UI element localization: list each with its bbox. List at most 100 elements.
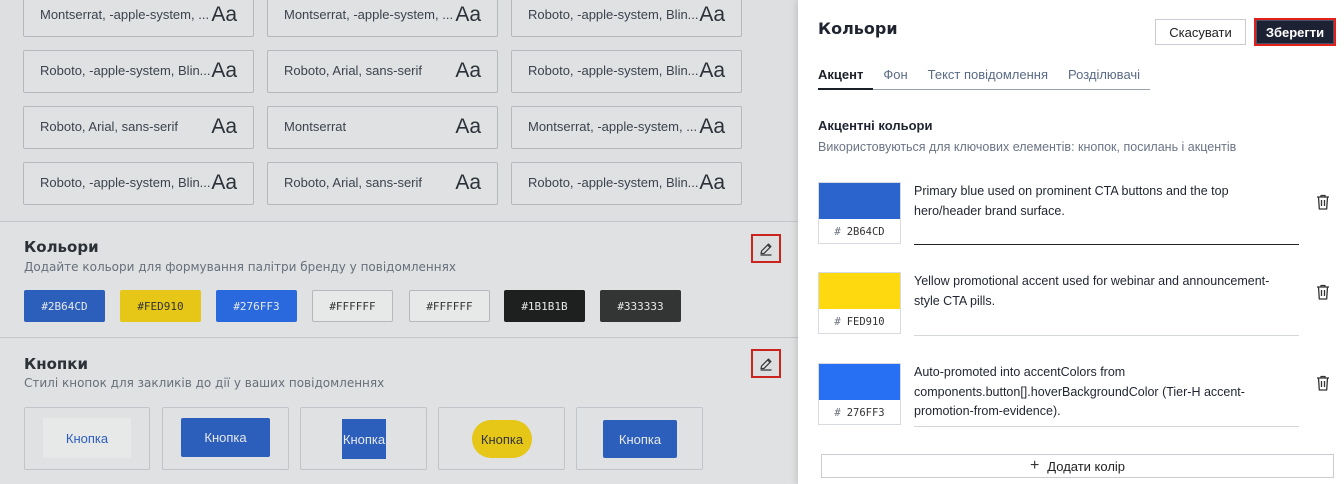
color-swatch-picker[interactable]: # 2B64CD [818, 182, 901, 244]
font-card[interactable]: Roboto, -apple-system, Blin... Aa [23, 162, 254, 205]
font-sample: Aa [699, 115, 725, 138]
color-fill [819, 273, 900, 309]
font-card[interactable]: Montserrat, -apple-system, ... Aa [267, 0, 498, 37]
font-name: Montserrat [284, 119, 347, 134]
button-sample: Кнопка [342, 419, 386, 459]
colors-section-subtitle: Додайте кольори для формування палітри б… [24, 260, 456, 274]
swatch-label: #1B1B1B [521, 299, 568, 313]
button-sample: Кнопка [181, 418, 270, 457]
color-tabs: Акцент Фон Текст повідомлення Розділювач… [818, 66, 1151, 90]
hash-symbol: # [834, 226, 841, 238]
tab-dividers[interactable]: Розділювачі [1058, 66, 1150, 89]
font-sample: Aa [211, 59, 237, 82]
font-sample: Aa [211, 115, 237, 138]
font-card[interactable]: Roboto, -apple-system, Blin... Aa [511, 0, 742, 37]
color-hex-value: 276FF3 [846, 407, 885, 419]
color-swatch-picker[interactable]: # 276FF3 [818, 363, 901, 425]
hash-symbol: # [834, 316, 841, 328]
font-name: Roboto, -apple-system, Blin... [528, 7, 699, 22]
font-sample: Aa [699, 3, 725, 26]
swatch-label: #333333 [617, 299, 664, 313]
font-name: Roboto, -apple-system, Blin... [40, 63, 211, 78]
swatch-label: #FED910 [137, 299, 184, 313]
color-row: # FED910 Yellow promotional accent used … [818, 272, 1329, 336]
color-fill [819, 364, 900, 400]
font-sample: Aa [455, 3, 481, 26]
tab-background[interactable]: Фон [873, 66, 917, 89]
font-sample: Aa [699, 59, 725, 82]
hash-symbol: # [834, 407, 841, 419]
font-name: Roboto, -apple-system, Blin... [528, 175, 699, 190]
panel-title: Кольори [818, 19, 898, 38]
font-sample: Aa [455, 115, 481, 138]
buttons-section-subtitle: Стилі кнопок для закликів до дії у ваших… [24, 376, 385, 390]
color-fill [819, 183, 900, 219]
button-style-card[interactable]: Кнопка [576, 407, 703, 470]
swatch-label: #FFFFFF [426, 299, 473, 313]
font-name: Roboto, Arial, sans-serif [284, 63, 423, 78]
cancel-button[interactable]: Скасувати [1155, 19, 1246, 45]
colors-section-title: Кольори [24, 238, 99, 256]
tab-accent[interactable]: Акцент [818, 66, 874, 90]
add-color-button[interactable]: + Додати колір [821, 454, 1334, 478]
color-swatch: #1B1B1B [504, 290, 585, 322]
color-row: # 276FF3 Auto-promoted into accentColors… [818, 363, 1329, 427]
buttons-section-title: Кнопки [24, 355, 88, 373]
color-hex-value: 2B64CD [846, 226, 885, 238]
font-card[interactable]: Roboto, Arial, sans-serif Aa [23, 106, 254, 149]
color-swatch: #FFFFFF [409, 290, 490, 322]
color-description-field[interactable]: Auto-promoted into accentColors from com… [914, 363, 1299, 427]
font-name: Roboto, -apple-system, Blin... [528, 63, 699, 78]
swatch-label: #2B64CD [41, 299, 88, 313]
add-color-label: Додати колір [1047, 458, 1126, 474]
color-swatch: #FED910 [120, 290, 201, 322]
font-sample: Aa [211, 171, 237, 194]
font-card[interactable]: Montserrat, -apple-system, ... Aa [23, 0, 254, 37]
color-hex-value: FED910 [846, 316, 885, 328]
font-sample: Aa [699, 171, 725, 194]
edit-buttons-button[interactable] [751, 349, 781, 378]
font-card[interactable]: Montserrat, -apple-system, ... Aa [511, 106, 742, 149]
font-card[interactable]: Roboto, Arial, sans-serif Aa [267, 162, 498, 205]
swatch-label: #FFFFFF [329, 299, 376, 313]
color-hex: # FED910 [819, 311, 900, 333]
colors-editor-panel: Кольори Скасувати Зберегти Акцент Фон Те… [798, 0, 1344, 484]
accent-colors-subtitle: Використовуються для ключових елементів:… [818, 140, 1237, 154]
trash-icon[interactable] [1315, 374, 1331, 392]
font-card[interactable]: Montserrat Aa [267, 106, 498, 149]
save-button[interactable]: Зберегти [1254, 18, 1336, 46]
accent-colors-title: Акцентні кольори [818, 118, 933, 133]
color-swatch-picker[interactable]: # FED910 [818, 272, 901, 334]
color-hex: # 2B64CD [819, 221, 900, 243]
font-card[interactable]: Roboto, Arial, sans-serif Aa [267, 50, 498, 93]
button-style-card[interactable]: Кнопка [300, 407, 427, 470]
color-hex: # 276FF3 [819, 402, 900, 424]
trash-icon[interactable] [1315, 193, 1331, 211]
pencil-icon [760, 243, 772, 256]
font-sample: Aa [455, 59, 481, 82]
swatch-label: #276FF3 [233, 299, 280, 313]
color-swatch: #333333 [600, 290, 681, 322]
color-description-field[interactable]: Primary blue used on prominent CTA butto… [914, 182, 1299, 245]
edit-colors-button[interactable] [751, 234, 781, 263]
fonts-section: Montserrat, -apple-system, ... Aa Montse… [0, 0, 798, 222]
button-style-card[interactable]: Кнопка [162, 407, 289, 470]
tab-message-text[interactable]: Текст повідомлення [918, 66, 1058, 89]
trash-icon[interactable] [1315, 283, 1331, 301]
brand-settings-page: Montserrat, -apple-system, ... Aa Montse… [0, 0, 798, 484]
font-name: Roboto, Arial, sans-serif [40, 119, 179, 134]
font-card[interactable]: Roboto, -apple-system, Blin... Aa [23, 50, 254, 93]
font-sample: Aa [211, 3, 237, 26]
font-name: Montserrat, -apple-system, ... [284, 7, 454, 22]
plus-icon: + [1029, 457, 1040, 474]
button-sample: Кнопка [472, 420, 532, 458]
color-row: # 2B64CD Primary blue used on prominent … [818, 182, 1329, 246]
pencil-icon [760, 358, 772, 371]
button-style-card[interactable]: Кнопка [24, 407, 150, 470]
button-sample: Кнопка [43, 418, 131, 458]
font-card[interactable]: Roboto, -apple-system, Blin... Aa [511, 162, 742, 205]
button-style-card[interactable]: Кнопка [438, 407, 565, 470]
color-description-field[interactable]: Yellow promotional accent used for webin… [914, 272, 1299, 336]
color-swatch: #2B64CD [24, 290, 105, 322]
font-card[interactable]: Roboto, -apple-system, Blin... Aa [511, 50, 742, 93]
